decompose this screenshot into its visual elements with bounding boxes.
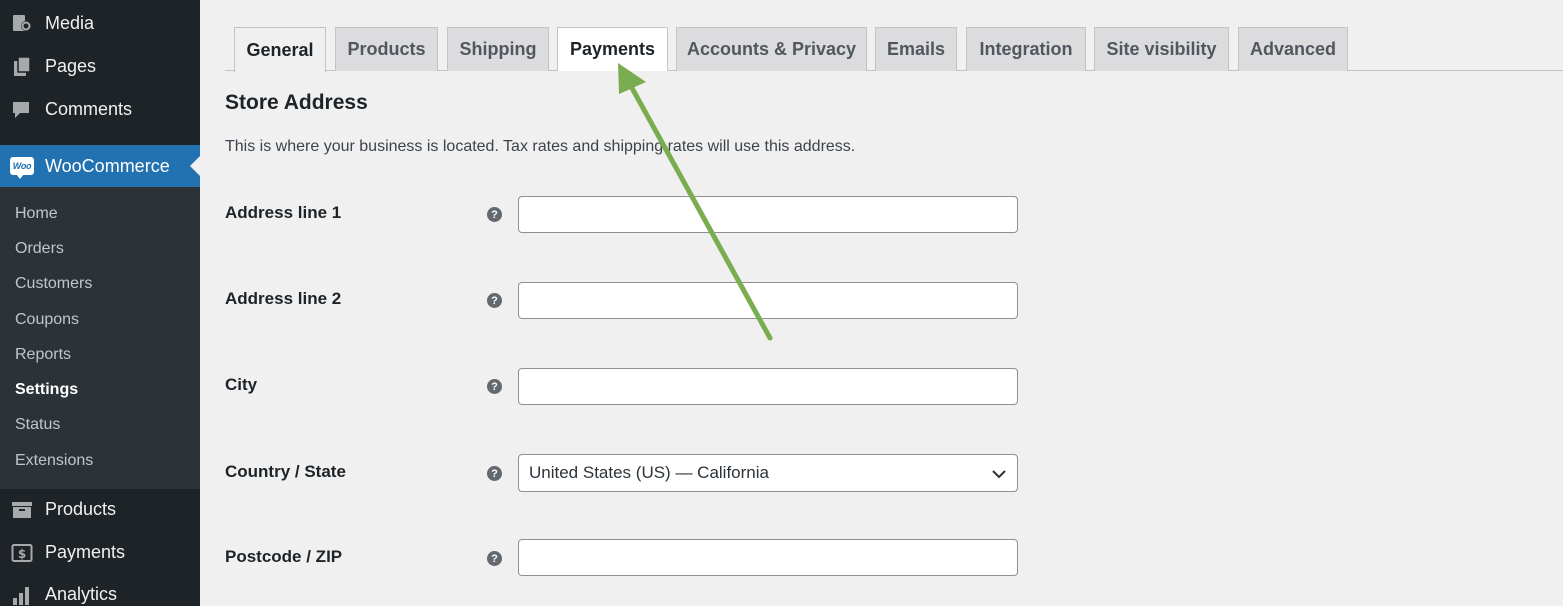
help-icon[interactable]: ?	[487, 207, 502, 222]
tab-advanced[interactable]: Advanced	[1238, 27, 1348, 71]
admin-sidebar: Media Pages Comments Woo WooCommerce Hom…	[0, 0, 200, 606]
media-icon	[10, 12, 34, 36]
menu-item-media[interactable]: Media	[0, 2, 200, 45]
comments-icon	[10, 98, 34, 122]
postcode-input[interactable]	[518, 539, 1018, 576]
settings-tab-bar: General Products Shipping Payments Accou…	[225, 27, 1563, 72]
section-title: Store Address	[225, 91, 368, 114]
submenu-item-reports[interactable]: Reports	[15, 343, 195, 367]
bar-chart-icon	[10, 583, 34, 606]
current-menu-pointer	[190, 156, 200, 176]
menu-item-label: Media	[45, 13, 95, 33]
settings-main: General Products Shipping Payments Accou…	[200, 0, 1563, 606]
tab-general[interactable]: General	[234, 27, 326, 72]
svg-text:$: $	[18, 547, 26, 561]
tab-emails[interactable]: Emails	[875, 27, 957, 71]
woocommerce-submenu: Home Orders Customers Coupons Reports Se…	[0, 187, 200, 489]
menu-item-analytics[interactable]: Analytics	[0, 573, 200, 606]
submenu-item-settings[interactable]: Settings	[15, 378, 195, 402]
address-line-2-input[interactable]	[518, 282, 1018, 319]
country-state-select[interactable]: United States (US) — California	[518, 454, 1018, 492]
menu-item-label: WooCommerce	[45, 155, 170, 176]
address-line-1-label: Address line 1	[225, 203, 342, 222]
menu-item-payments[interactable]: $ Payments	[0, 531, 200, 574]
menu-item-label: Products	[45, 499, 117, 519]
tab-integration[interactable]: Integration	[966, 27, 1086, 71]
city-input[interactable]	[518, 368, 1018, 405]
submenu-item-home[interactable]: Home	[15, 202, 195, 226]
menu-item-label: Comments	[45, 99, 133, 119]
menu-item-woocommerce[interactable]: Woo WooCommerce	[0, 145, 200, 187]
pages-icon	[10, 55, 34, 79]
chevron-down-icon	[992, 470, 1006, 479]
menu-item-label: Payments	[45, 542, 126, 562]
help-icon[interactable]: ?	[487, 293, 502, 308]
tab-payments[interactable]: Payments	[557, 27, 668, 71]
menu-item-comments[interactable]: Comments	[0, 88, 200, 131]
archive-icon	[10, 498, 34, 522]
menu-item-label: Pages	[45, 56, 97, 76]
country-state-selected-value: United States (US) — California	[529, 463, 769, 482]
help-icon[interactable]: ?	[487, 551, 502, 566]
submenu-item-customers[interactable]: Customers	[15, 272, 195, 296]
submenu-item-coupons[interactable]: Coupons	[15, 308, 195, 332]
submenu-item-status[interactable]: Status	[15, 413, 195, 437]
postcode-label: Postcode / ZIP	[225, 547, 343, 566]
submenu-item-orders[interactable]: Orders	[15, 237, 195, 261]
tab-shipping[interactable]: Shipping	[447, 27, 549, 71]
submenu-item-extensions[interactable]: Extensions	[15, 449, 195, 473]
address-line-1-input[interactable]	[518, 196, 1018, 233]
menu-item-products[interactable]: Products	[0, 488, 200, 531]
tab-site-visibility[interactable]: Site visibility	[1094, 27, 1229, 71]
tab-accounts-privacy[interactable]: Accounts & Privacy	[676, 27, 867, 71]
menu-item-label: Analytics	[45, 584, 118, 604]
country-state-label: Country / State	[225, 462, 346, 481]
help-icon[interactable]: ?	[487, 379, 502, 394]
help-icon[interactable]: ?	[487, 466, 502, 481]
dollar-icon: $	[10, 541, 34, 565]
section-description: This is where your business is located. …	[225, 138, 856, 155]
tab-products[interactable]: Products	[335, 27, 438, 71]
address-line-2-label: Address line 2	[225, 289, 342, 308]
woocommerce-logo-icon: Woo	[10, 157, 34, 179]
menu-item-pages[interactable]: Pages	[0, 45, 200, 88]
city-label: City	[225, 375, 258, 394]
